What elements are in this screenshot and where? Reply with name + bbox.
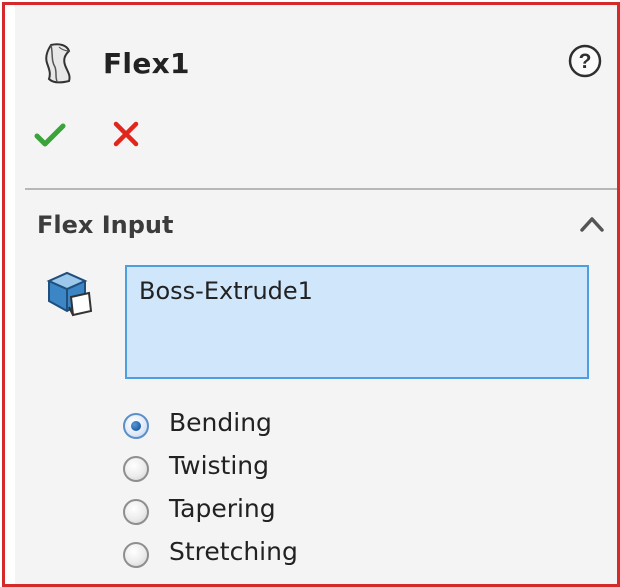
x-icon <box>113 121 139 147</box>
section-divider <box>25 188 617 190</box>
option-label: Tapering <box>169 494 276 523</box>
svg-text:?: ? <box>579 50 592 73</box>
option-label: Stretching <box>169 537 298 566</box>
chevron-up-icon[interactable] <box>579 213 605 235</box>
selection-item[interactable]: Boss-Extrude1 <box>139 277 313 305</box>
feature-header: Flex1 ? <box>39 35 617 87</box>
feature-title: Flex1 <box>103 47 190 80</box>
flex-feature-icon <box>45 43 71 84</box>
checkmark-icon <box>34 123 66 147</box>
solid-body-icon <box>46 271 93 317</box>
option-label: Twisting <box>169 451 270 480</box>
cancel-button[interactable] <box>111 119 141 149</box>
property-manager-frame: Flex1 ? Flex Input Boss-Extrude1 Bending… <box>2 2 620 587</box>
option-label: Bending <box>169 408 272 437</box>
ok-button[interactable] <box>33 120 67 150</box>
help-icon[interactable]: ? <box>567 43 603 79</box>
radio-bending[interactable] <box>123 413 149 439</box>
property-manager-panel: Flex1 ? Flex Input Boss-Extrude1 Bending… <box>15 5 617 584</box>
selection-list-box[interactable]: Boss-Extrude1 <box>125 265 589 379</box>
section-title: Flex Input <box>37 211 174 239</box>
radio-twisting[interactable] <box>123 456 149 482</box>
radio-tapering[interactable] <box>123 499 149 525</box>
radio-stretching[interactable] <box>123 542 149 568</box>
